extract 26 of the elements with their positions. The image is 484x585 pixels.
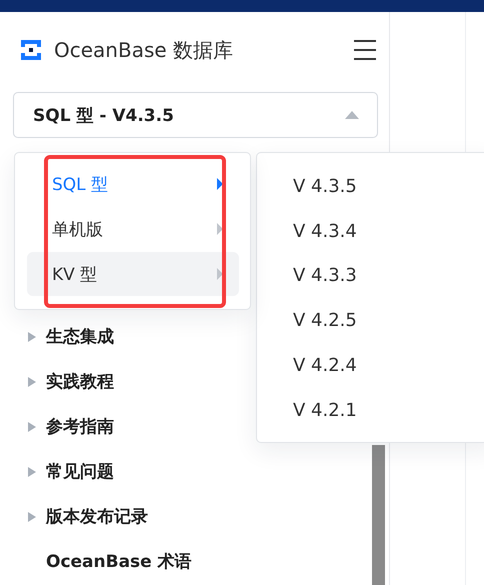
caret-icon — [28, 422, 36, 432]
caret-icon — [28, 512, 36, 522]
version-option[interactable]: V 4.3.3 — [257, 254, 484, 298]
scrollbar[interactable] — [372, 445, 385, 585]
menu-option[interactable]: 单机版 — [27, 207, 239, 251]
menu-button[interactable] — [353, 39, 377, 61]
menu-option[interactable]: SQL 型 — [27, 162, 239, 206]
caret-icon — [28, 332, 36, 342]
version-option[interactable]: V 4.2.5 — [257, 298, 484, 344]
version-option[interactable]: V 4.3.5 — [257, 164, 484, 209]
nav-item[interactable]: OceanBase 术语 — [0, 539, 389, 584]
arrow-icon — [217, 178, 223, 190]
nav-item[interactable]: 版本发布记录 — [0, 494, 389, 539]
caret-icon — [28, 466, 36, 476]
site-title: OceanBase 数据库 — [54, 36, 234, 64]
version-option[interactable]: V 4.2.1 — [257, 388, 484, 433]
arrow-icon — [217, 223, 223, 235]
version-option[interactable]: V 4.2.4 — [257, 343, 484, 388]
arrow-icon — [217, 268, 223, 280]
menu-icon — [353, 39, 377, 61]
nav-item[interactable]: 常见问题 — [0, 449, 389, 494]
logo-icon — [19, 38, 43, 62]
version-select[interactable]: SQL 型 - V4.3.5 — [13, 92, 378, 138]
menu-option[interactable]: KV 型 — [27, 252, 239, 296]
caret-icon — [28, 376, 36, 386]
version-option[interactable]: V 4.3.4 — [257, 208, 484, 254]
